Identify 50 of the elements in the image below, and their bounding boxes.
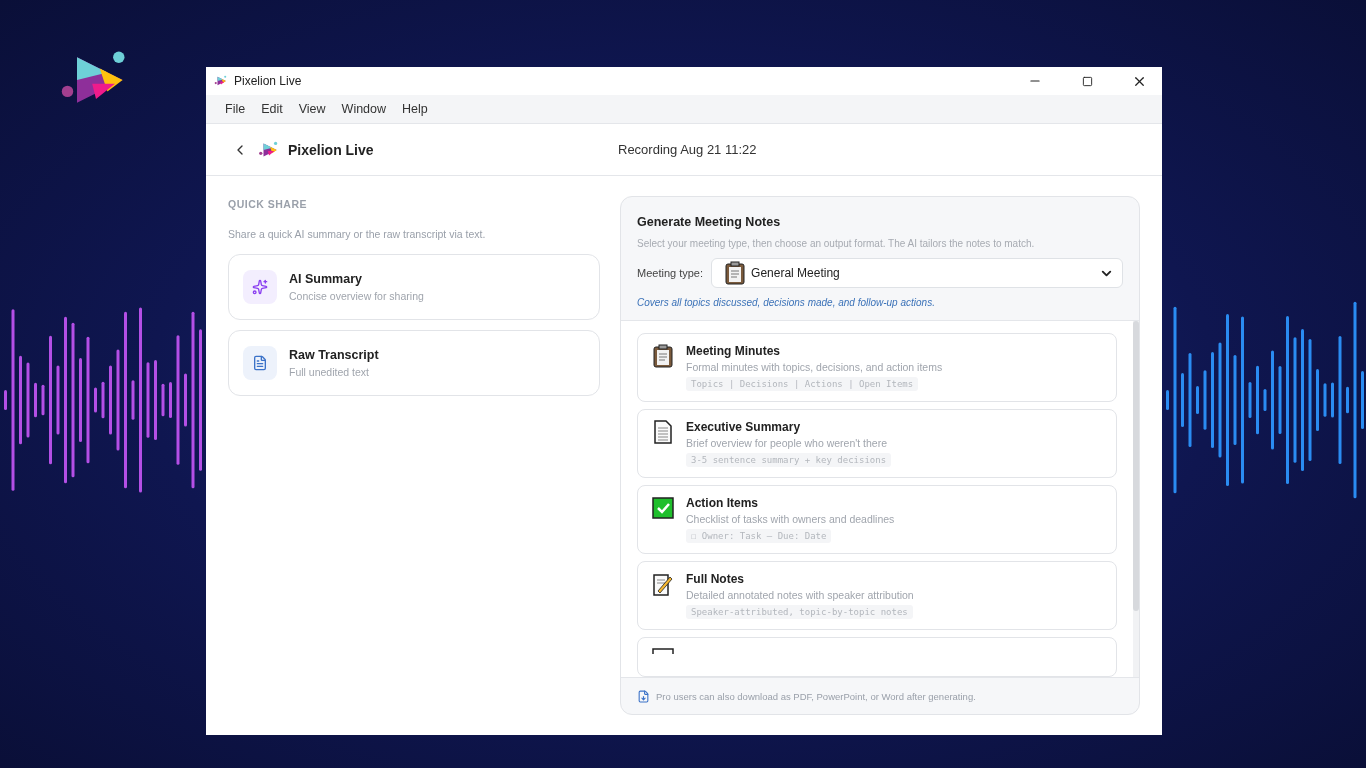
format-sample: ☐ Owner: Task — Due: Date bbox=[686, 529, 832, 543]
format-description: Detailed annotated notes with speaker attribution bbox=[686, 589, 914, 601]
share-option[interactable]: AI Summary Concise overview for sharing bbox=[228, 254, 600, 320]
format-description: Formal minutes with topics, decisions, and action items bbox=[686, 361, 943, 373]
panel-description: Select your meeting type, then choose an output format. The AI tailors the notes to match. bbox=[637, 238, 1036, 249]
sparkle-icon bbox=[243, 270, 277, 304]
format-card[interactable]: Executive Summary Brief overview for people who weren't there 3-5 sentence summary + key decisions bbox=[637, 409, 1117, 478]
menu-item[interactable]: Window bbox=[334, 98, 394, 120]
format-sample: 3-5 sentence summary + key decisions bbox=[686, 453, 892, 467]
clipboard-icon bbox=[724, 261, 747, 285]
maximize-icon bbox=[1081, 75, 1093, 87]
download-icon bbox=[637, 689, 650, 703]
window-title: Pixelion Live bbox=[234, 74, 302, 88]
document-icon bbox=[652, 420, 674, 444]
field-label: Meeting type: bbox=[637, 267, 704, 279]
share-option[interactable]: Raw Transcript Full unedited text bbox=[228, 330, 600, 396]
clipboard-icon bbox=[652, 344, 674, 368]
meeting-type-select[interactable]: General Meeting bbox=[711, 258, 1123, 288]
document-icon bbox=[243, 346, 277, 380]
option-subtitle: Full unedited text bbox=[289, 366, 370, 378]
format-title: Executive Summary bbox=[686, 420, 802, 434]
format-description: Checklist of tasks with owners and deadlines bbox=[686, 513, 895, 525]
recording-title: Recording Aug 21 11:22 bbox=[618, 142, 757, 157]
menu-item[interactable]: Edit bbox=[254, 98, 290, 120]
option-title: AI Summary bbox=[289, 272, 363, 286]
format-title: Meeting Minutes bbox=[686, 344, 781, 358]
format-sample: Topics | Decisions | Actions | Open Items bbox=[686, 377, 919, 391]
menu-item[interactable]: Help bbox=[395, 98, 435, 120]
footer-note: Pro users can also download as PDF, PowerPoint, or Word after generating. bbox=[656, 690, 976, 702]
format-card[interactable]: Action Items Checklist of tasks with owners and deadlines ☐ Owner: Task — Due: Date bbox=[637, 485, 1117, 554]
format-title: Full Notes bbox=[686, 572, 745, 586]
option-subtitle: Concise overview for sharing bbox=[289, 290, 424, 302]
checkmark-icon bbox=[652, 496, 674, 520]
meeting-type-hint: Covers all topics discussed, decisions made, and follow-up actions. bbox=[637, 297, 936, 308]
panel-title: Generate Meeting Notes bbox=[637, 215, 782, 229]
format-title: Action Items bbox=[686, 496, 759, 510]
menu-item[interactable]: File bbox=[218, 98, 253, 120]
scrollbar-thumb[interactable] bbox=[1133, 321, 1139, 611]
document-icon bbox=[652, 648, 674, 654]
format-description: Brief overview for people who weren't there bbox=[686, 437, 889, 449]
format-card[interactable]: Meeting Minutes Formal minutes with topics, decisions, and action items Topics | Decisions | Actions | Open Items bbox=[637, 333, 1117, 402]
section-description: Share a quick AI summary or the raw transcript via text. bbox=[228, 228, 487, 240]
app-name: Pixelion Live bbox=[288, 141, 375, 158]
format-sample: Speaker-attributed, topic-by-topic notes bbox=[686, 605, 913, 619]
memo-icon bbox=[652, 572, 674, 596]
section-heading: QUICK SHARE bbox=[228, 198, 308, 210]
app-icon bbox=[214, 74, 228, 88]
menu-item[interactable]: View bbox=[291, 98, 333, 120]
format-card[interactable]: Full Notes Detailed annotated notes with speaker attribution Speaker-attributed, topic-by-topic notes bbox=[637, 561, 1117, 630]
option-title: Raw Transcript bbox=[289, 348, 379, 362]
